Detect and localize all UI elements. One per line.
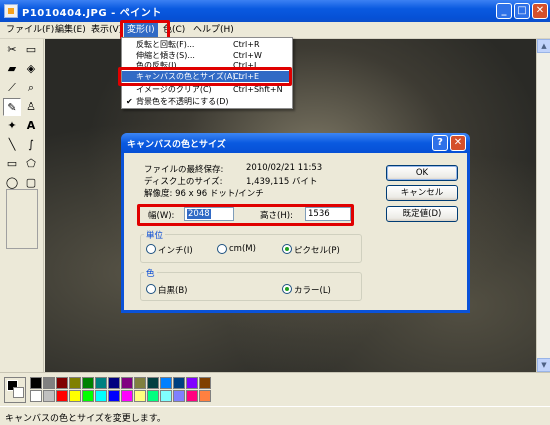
color-swatch[interactable]: [147, 390, 159, 402]
color-swatch[interactable]: [95, 390, 107, 402]
window-title: P1010404.JPG - ペイント: [22, 8, 162, 19]
eraser-icon[interactable]: ▰: [3, 60, 21, 78]
dialog-body: ファイルの最終保存: 2010/02/21 11:53 ディスク上のサイズ: 1…: [124, 153, 467, 310]
resolution-text: 解像度: 96 x 96 ドット/インチ: [144, 189, 264, 199]
menu-edit[interactable]: 編集(E): [52, 23, 89, 38]
scroll-down-icon[interactable]: ▼: [537, 358, 550, 372]
color-swatch[interactable]: [108, 390, 120, 402]
radio-inch[interactable]: [146, 244, 156, 254]
curve-icon[interactable]: ∫: [22, 136, 40, 154]
dialog-title-bar: キャンバスの色とサイズ ? ✕: [121, 133, 470, 153]
check-icon: ✔: [126, 97, 133, 106]
menu-file[interactable]: ファイル(F): [3, 23, 57, 38]
color-swatch[interactable]: [69, 390, 81, 402]
menu-opaque-background[interactable]: ✔ 背景色を不透明にする(D): [122, 96, 292, 107]
rect-select-icon[interactable]: ▭: [22, 41, 40, 59]
maximize-button[interactable]: □: [514, 3, 530, 19]
radio-pixel[interactable]: [282, 244, 292, 254]
radio-color[interactable]: [282, 284, 292, 294]
color-swatch[interactable]: [173, 390, 185, 402]
color-swatch[interactable]: [30, 390, 42, 402]
radio-cm[interactable]: [217, 244, 227, 254]
radio-monochrome-label[interactable]: 白黒(B): [158, 284, 187, 296]
ok-button[interactable]: OK: [386, 165, 458, 181]
color-swatch[interactable]: [82, 390, 94, 402]
tool-palette: ✂ ▭ ▰ ◈ ⟋ ⌕ ✎ ♙ ✦ A ╲ ∫ ▭ ⬠ ◯ ▢: [0, 39, 44, 372]
status-text: キャンバスの色とサイズを変更します。: [5, 414, 166, 424]
rectangle-icon[interactable]: ▭: [3, 155, 21, 173]
color-swatch[interactable]: [199, 390, 211, 402]
color-swatch[interactable]: [30, 377, 42, 389]
menu-help[interactable]: ヘルプ(H): [190, 23, 237, 38]
color-swatch[interactable]: [134, 390, 146, 402]
color-swatch[interactable]: [186, 390, 198, 402]
dialog-title: キャンバスの色とサイズ: [127, 140, 226, 150]
color-swatch[interactable]: [43, 390, 55, 402]
title-bar: P1010404.JPG - ペイント _ □ ✕: [0, 0, 550, 22]
color-swatch[interactable]: [186, 377, 198, 389]
polygon-icon[interactable]: ⬠: [22, 155, 40, 173]
color-swatch[interactable]: [121, 390, 133, 402]
eyedropper-icon[interactable]: ⟋: [3, 79, 21, 97]
units-group-label: 単位: [144, 229, 166, 241]
color-swatch[interactable]: [43, 377, 55, 389]
pencil-icon[interactable]: ✎: [3, 98, 21, 116]
background-color: [13, 387, 24, 398]
disk-size-value: 1,439,115 バイト: [246, 177, 318, 187]
color-swatch[interactable]: [56, 377, 68, 389]
menu-flip-rotate[interactable]: 反転と回転(F)... Ctrl+R: [122, 39, 292, 50]
last-saved-value: 2010/02/21 11:53: [246, 163, 323, 173]
color-swatch[interactable]: [147, 377, 159, 389]
line-icon[interactable]: ╲: [3, 136, 21, 154]
radio-inch-label[interactable]: インチ(I): [158, 244, 193, 256]
color-swatch[interactable]: [173, 377, 185, 389]
disk-size-label: ディスク上のサイズ:: [144, 177, 223, 187]
fill-icon[interactable]: ◈: [22, 60, 40, 78]
color-swatch[interactable]: [56, 390, 68, 402]
magnifier-icon[interactable]: ⌕: [22, 79, 40, 97]
help-icon[interactable]: ?: [432, 135, 448, 151]
paint-app-icon: [4, 4, 18, 18]
color-palette: [0, 372, 550, 406]
radio-cm-label[interactable]: cm(M): [229, 244, 256, 254]
color-swatch[interactable]: [160, 377, 172, 389]
minimize-button[interactable]: _: [496, 3, 512, 19]
color-swatch[interactable]: [95, 377, 107, 389]
color-swatch[interactable]: [160, 390, 172, 402]
vertical-scrollbar[interactable]: ▲ ▼: [536, 39, 550, 372]
color-swatch[interactable]: [82, 377, 94, 389]
text-icon[interactable]: A: [22, 117, 40, 135]
status-bar: キャンバスの色とサイズを変更します。: [0, 406, 550, 425]
color-swatch[interactable]: [134, 377, 146, 389]
default-button[interactable]: 既定値(D): [386, 206, 458, 222]
highlight-canvas-menu-item: [118, 67, 292, 86]
close-button[interactable]: ✕: [532, 3, 548, 19]
brush-icon[interactable]: ♙: [22, 98, 40, 116]
free-select-icon[interactable]: ✂: [3, 41, 21, 59]
color-group-label: 色: [144, 267, 157, 279]
color-swatch[interactable]: [108, 377, 120, 389]
dialog-close-button[interactable]: ✕: [450, 135, 466, 151]
color-swatch[interactable]: [69, 377, 81, 389]
radio-color-label[interactable]: カラー(L): [294, 284, 331, 296]
scroll-up-icon[interactable]: ▲: [537, 39, 550, 53]
color-swatch[interactable]: [199, 377, 211, 389]
radio-monochrome[interactable]: [146, 284, 156, 294]
highlight-size-fields: [137, 204, 354, 226]
last-saved-label: ファイルの最終保存:: [144, 165, 224, 175]
tool-options-box[interactable]: [6, 189, 38, 249]
color-swatch[interactable]: [121, 377, 133, 389]
airbrush-icon[interactable]: ✦: [3, 117, 21, 135]
cancel-button[interactable]: キャンセル: [386, 185, 458, 201]
current-colors[interactable]: [4, 377, 26, 403]
radio-pixel-label[interactable]: ピクセル(P): [294, 244, 340, 256]
